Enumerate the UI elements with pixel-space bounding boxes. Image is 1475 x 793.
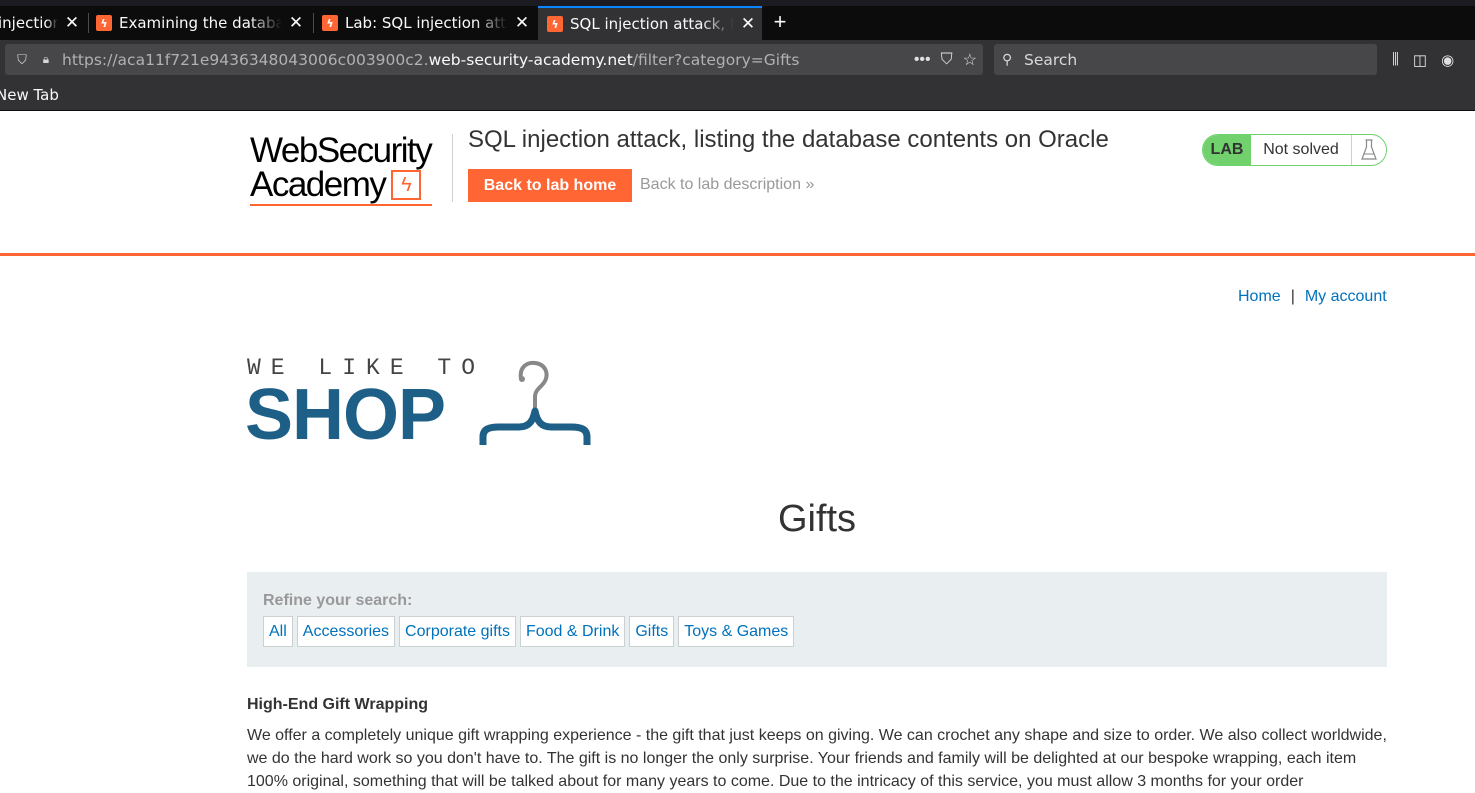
back-to-lab-description-link[interactable]: Back to lab description »: [640, 176, 814, 194]
close-icon[interactable]: ✕: [64, 13, 80, 33]
filter-panel: Refine your search: All Accessories Corp…: [247, 572, 1387, 667]
pocket-icon[interactable]: ⛉: [941, 51, 953, 69]
url-bar[interactable]: ⛉ 🔒︎ https://aca11f721e9436348043006c003…: [5, 44, 983, 75]
tab-3-label: Lab: SQL injection attack: [345, 14, 508, 32]
new-tab-button[interactable]: +: [767, 8, 793, 38]
home-link[interactable]: Home: [1238, 288, 1281, 305]
url-actions: ••• ⛉ ☆: [914, 44, 977, 75]
back-to-lab-description-label: Back to lab description: [640, 176, 801, 193]
tab-separator: [88, 13, 89, 33]
library-icon[interactable]: ⫼: [1392, 51, 1399, 68]
category-heading: Gifts: [777, 498, 857, 540]
tab-4-label: SQL injection attack, listing: [570, 15, 734, 33]
account-icon[interactable]: ◉: [1441, 51, 1454, 69]
url-host: web-security-academy.net: [428, 50, 633, 69]
tab-2-label: Examining the database: [119, 14, 282, 32]
nav-separator: |: [1290, 288, 1295, 305]
tab-1[interactable]: injection? ✕: [0, 6, 80, 40]
my-account-link[interactable]: My account: [1305, 288, 1387, 305]
lab-title: SQL injection attack, listing the databa…: [468, 126, 1109, 153]
page-actions-icon[interactable]: •••: [914, 51, 931, 69]
product-description: We offer a completely unique gift wrappi…: [247, 727, 1387, 790]
lock-icon[interactable]: 🔒︎: [39, 52, 53, 67]
back-to-lab-home-button[interactable]: Back to lab home: [468, 169, 632, 202]
tab-3[interactable]: ϟ Lab: SQL injection attack ✕: [322, 6, 530, 40]
bookmark-new-tab[interactable]: New Tab: [0, 86, 59, 104]
coat-hanger-icon: [479, 360, 591, 445]
product-title: High-End Gift Wrapping: [247, 696, 429, 713]
lab-status-text: Not solved: [1263, 141, 1339, 158]
double-chevron-right-icon: »: [805, 176, 815, 193]
portswigger-favicon-icon: ϟ: [322, 15, 338, 31]
filter-toys-games[interactable]: Toys & Games: [678, 616, 795, 647]
close-icon[interactable]: ✕: [288, 13, 304, 33]
flask-svg: [1361, 139, 1377, 160]
search-placeholder: Search: [1024, 50, 1078, 69]
lab-status-badge: LAB Not solved: [1202, 134, 1387, 166]
tab-2[interactable]: ϟ Examining the database ✕: [96, 6, 304, 40]
tab-bar: injection? ✕ ϟ Examining the database ✕ …: [0, 0, 1475, 40]
filter-corporate-gifts[interactable]: Corporate gifts: [399, 616, 516, 647]
flask-icon: [1351, 135, 1386, 165]
shop-top-nav: Home | My account: [1238, 288, 1387, 306]
close-icon[interactable]: ✕: [514, 13, 530, 33]
shop-logo-wordmark: SHOP: [245, 375, 446, 455]
close-icon[interactable]: ✕: [740, 14, 756, 34]
navigation-bar: ⛉ 🔒︎ https://aca11f721e9436348043006c003…: [0, 40, 1475, 82]
category-filters: All Accessories Corporate gifts Food & D…: [263, 616, 795, 647]
refine-search-label: Refine your search:: [263, 592, 413, 609]
search-bar[interactable]: ⚲ Search: [994, 44, 1377, 75]
logo-line-2: Academy: [250, 165, 387, 204]
web-security-academy-logo[interactable]: WebSecurity Academy ϟ: [250, 131, 450, 206]
portswigger-favicon-icon: ϟ: [96, 15, 112, 31]
logo-underline: [250, 204, 432, 206]
academy-header: WebSecurity Academy ϟ SQL injection atta…: [0, 112, 1475, 256]
we-like-to-shop-logo: WE LIKE TO SHOP: [245, 355, 607, 455]
filter-all[interactable]: All: [263, 616, 293, 647]
logo-line-1: WebSecurity: [250, 131, 433, 170]
header-divider: [452, 134, 453, 202]
sidebar-icon[interactable]: ◫: [1413, 51, 1427, 69]
shield-icon[interactable]: ⛉: [15, 52, 29, 67]
filter-gifts[interactable]: Gifts: [629, 616, 675, 647]
tab-1-label: injection?: [0, 14, 58, 32]
lightning-bolt-icon: ϟ: [391, 170, 422, 200]
tab-4-active[interactable]: ϟ SQL injection attack, listing ✕: [538, 6, 762, 40]
filter-accessories[interactable]: Accessories: [296, 616, 396, 647]
logo-line-2-row: Academy ϟ: [250, 165, 450, 204]
url-path: /filter?category=Gifts: [632, 50, 800, 69]
url-prefix: https://aca11f721e9436348043006c003900c2…: [62, 50, 429, 69]
url-text[interactable]: https://aca11f721e9436348043006c003900c2…: [62, 51, 799, 69]
lab-badge-label: LAB: [1203, 135, 1251, 165]
search-icon: ⚲: [1002, 51, 1013, 67]
filter-food-drink[interactable]: Food & Drink: [519, 616, 626, 647]
tab-separator: [313, 13, 314, 33]
bookmarks-bar: New Tab: [0, 82, 1475, 111]
toolbar-icons: ⫼ ◫ ◉: [1392, 40, 1454, 79]
bookmark-star-icon[interactable]: ☆: [963, 50, 977, 70]
portswigger-favicon-icon: ϟ: [547, 16, 563, 32]
